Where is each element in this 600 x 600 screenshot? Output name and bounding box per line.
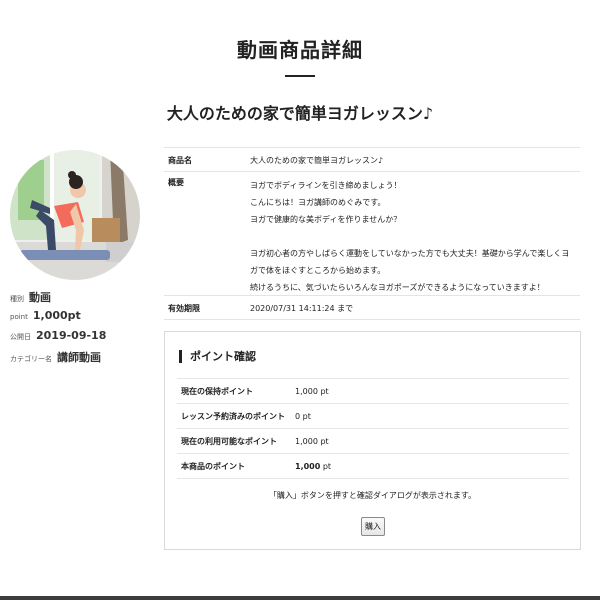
points-row: 現在の利用可能なポイント 1,000 pt [177, 429, 569, 454]
overview-line: 続けるうちに、気づいたらいろんなヨガポーズができるようになっていきますよ！ [250, 283, 545, 292]
meta-category-label: カテゴリー名 [10, 355, 52, 363]
points-row-value: 1,000 pt [295, 387, 329, 396]
product-title: 大人のための家で簡単ヨガレッスン♪ [166, 104, 434, 123]
meta-published-value: 2019-09-18 [36, 329, 107, 342]
purchase-notice: 「購入」ボタンを押すと確認ダイアログが表示されます。 [268, 491, 477, 500]
meta-category: カテゴリー名 講師動画 [10, 349, 101, 365]
detail-row-name: 商品名 大人のための家で簡単ヨガレッスン♪ [164, 148, 580, 172]
points-row-label: 現在の利用可能なポイント [181, 436, 277, 446]
detail-overview-value: ヨガでボディラインを引き締めましょう！ こんにちは！ヨガ講師のめぐみです。 ヨガ… [250, 172, 580, 295]
meta-point: point 1,000pt [10, 309, 81, 322]
detail-expiry-label: 有効期限 [168, 304, 200, 313]
points-row: 現在の保持ポイント 1,000 pt [177, 379, 569, 404]
points-table: 現在の保持ポイント 1,000 pt レッスン予約済みのポイント 0 pt 現在… [177, 378, 569, 479]
meta-type-value: 動画 [29, 291, 51, 304]
points-amount: 1,000 [295, 461, 321, 471]
points-row-label: レッスン予約済みのポイント [181, 411, 285, 421]
points-row-value: 0 pt [295, 412, 311, 421]
points-card: ポイント確認 現在の保持ポイント 1,000 pt レッスン予約済みのポイント … [164, 331, 581, 550]
overview-line: ヨガ初心者の方やしばらく運動をしていなかった方でも大丈夫！基礎から学んで楽しくヨ [250, 249, 570, 258]
detail-row-overview: 概要 ヨガでボディラインを引き締めましょう！ こんにちは！ヨガ講師のめぐみです。… [164, 172, 580, 296]
meta-point-value: 1,000pt [32, 309, 81, 322]
points-heading: ポイント確認 [179, 350, 256, 363]
detail-table: 商品名 大人のための家で簡単ヨガレッスン♪ 概要 ヨガでボディラインを引き締めま… [164, 147, 580, 320]
meta-published-label: 公開日 [10, 333, 31, 341]
points-row-value: 1,000 pt [295, 437, 329, 446]
yoga-photo-image [10, 150, 140, 280]
points-row: レッスン予約済みのポイント 0 pt [177, 404, 569, 429]
points-row-label: 現在の保持ポイント [181, 386, 253, 396]
points-amount: 1,000 [295, 386, 318, 396]
overview-line: ガで体をほぐすところから始めます。 [250, 266, 386, 275]
title-divider [285, 75, 315, 77]
page-title: 動画商品詳細 [237, 38, 363, 62]
points-unit: pt [300, 411, 311, 421]
points-row-value: 1,000 pt [295, 462, 331, 471]
overview-line [250, 228, 580, 245]
overview-line: こんにちは！ヨガ講師のめぐみです。 [250, 198, 386, 207]
meta-category-value: 講師動画 [57, 351, 101, 364]
points-unit: pt [317, 436, 329, 446]
overview-line: ヨガで健康的な美ボディを作りませんか？ [250, 215, 402, 224]
footer-bar [0, 596, 600, 600]
detail-overview-label: 概要 [168, 178, 184, 187]
meta-type: 種別 動画 [10, 289, 51, 305]
meta-point-label: point [10, 313, 28, 321]
points-row-label: 本商品のポイント [181, 461, 245, 471]
detail-name-value: 大人のための家で簡単ヨガレッスン♪ [250, 156, 384, 165]
points-unit: pt [320, 461, 332, 471]
buy-button[interactable]: 購入 [361, 517, 385, 536]
detail-name-label: 商品名 [168, 156, 192, 165]
detail-expiry-value: 2020/07/31 14:11:24 まで [250, 304, 354, 313]
points-unit: pt [317, 386, 329, 396]
points-row: 本商品のポイント 1,000 pt [177, 454, 569, 479]
overview-line: ヨガでボディラインを引き締めましょう！ [250, 181, 402, 190]
instructor-thumbnail [10, 150, 140, 280]
points-amount: 1,000 [295, 436, 318, 446]
meta-type-label: 種別 [10, 295, 24, 303]
meta-published: 公開日 2019-09-18 [10, 329, 106, 342]
detail-row-expiry: 有効期限 2020/07/31 14:11:24 まで [164, 296, 580, 320]
